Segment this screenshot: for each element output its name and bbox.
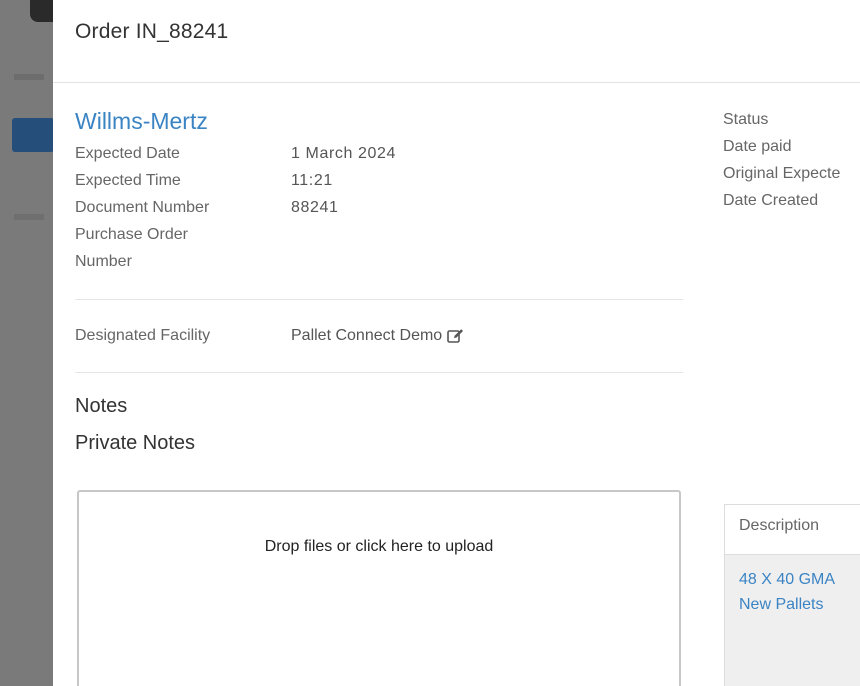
expected-time-label: Expected Time <box>75 172 181 189</box>
file-upload-dropzone[interactable]: Drop files or click here to upload <box>77 490 681 686</box>
divider <box>75 372 683 373</box>
modal-title: Order IN_88241 <box>75 20 229 43</box>
date-created-label: Date Created <box>723 192 819 209</box>
document-number-row: Document Number 88241 <box>75 194 683 221</box>
edit-icon[interactable] <box>447 328 465 344</box>
designated-facility-label: Designated Facility <box>75 327 211 344</box>
status-label: Status <box>723 111 769 128</box>
backdrop-element <box>14 74 44 80</box>
document-number-value: 88241 <box>291 199 339 216</box>
notes-heading: Notes <box>75 395 128 417</box>
backdrop-element <box>14 214 44 220</box>
order-modal: Order IN_88241 Willms-Mertz Expected Dat… <box>53 0 860 686</box>
upload-instructions: Drop files or click here to upload <box>264 538 494 555</box>
backdrop-element <box>30 0 54 22</box>
expected-date-value: 1 March 2024 <box>291 145 397 162</box>
document-number-label: Document Number <box>75 199 210 216</box>
designated-facility-name: Pallet Connect Demo <box>291 327 443 344</box>
item-description-line2: New Pallets <box>739 596 824 613</box>
date-paid-label: Date paid <box>723 138 792 155</box>
designated-facility-row: Designated Facility Pallet Connect Demo <box>75 300 683 372</box>
order-meta: Status Date paid Original Expecte Date C… <box>723 106 860 214</box>
expected-time-row: Expected Time 11:21 <box>75 167 683 194</box>
item-description-link[interactable]: 48 X 40 GMA New Pallets <box>725 555 860 617</box>
designated-facility-value: Pallet Connect Demo <box>291 327 465 345</box>
original-expected-label: Original Expecte <box>723 165 841 182</box>
expected-date-label: Expected Date <box>75 145 180 162</box>
expected-date-row: Expected Date 1 March 2024 <box>75 140 683 167</box>
purchase-order-number-label: Purchase Order Number <box>75 226 188 270</box>
modal-header: Order IN_88241 <box>53 0 860 83</box>
order-details: Willms-Mertz Expected Date 1 March 2024 … <box>75 108 683 455</box>
expected-time-value: 11:21 <box>291 172 333 189</box>
purchase-order-number-row: Purchase Order Number <box>75 221 683 275</box>
description-column-header: Description <box>725 505 860 555</box>
backdrop-button <box>12 118 54 152</box>
private-notes-heading: Private Notes <box>75 432 196 454</box>
item-description-line1: 48 X 40 GMA <box>739 571 836 588</box>
items-table: Description 48 X 40 GMA New Pallets <box>724 504 860 686</box>
vendor-link[interactable]: Willms-Mertz <box>75 108 683 135</box>
